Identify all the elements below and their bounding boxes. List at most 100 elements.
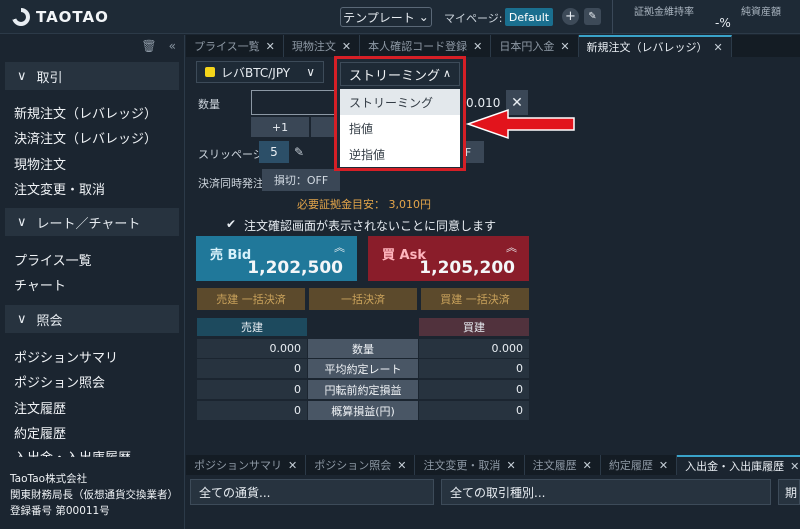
tab-label: 入出金・入出庫履歴 (685, 460, 785, 473)
close-icon[interactable]: ✕ (790, 460, 799, 473)
tab-identity-code[interactable]: 本人確認コード登録 ✕ (360, 35, 492, 57)
option-stop[interactable]: 逆指値 (340, 141, 460, 167)
close-icon[interactable]: ✕ (560, 40, 569, 53)
row-label: 数量 (308, 339, 418, 358)
tab-label: 約定履歴 (608, 459, 653, 472)
order-type-select[interactable]: ストリーミング ∧ (340, 62, 460, 86)
stop-loss-toggle[interactable]: 損切：OFF (262, 169, 340, 191)
sell-value: 0 (197, 380, 307, 399)
sidebar-item-spot-order[interactable]: 現物注文 (14, 154, 66, 173)
sell-bulk-settle-button[interactable]: 売建 一括決済 (197, 288, 305, 310)
option-limit[interactable]: 指値 (340, 115, 460, 141)
sidebar-section-rate-chart[interactable]: ∨ レート／チャート (5, 208, 179, 236)
quantity-input[interactable] (251, 90, 339, 115)
mypage-label: マイページ: (444, 12, 503, 25)
confirm-agree-label[interactable]: 注文確認画面が表示されないことに同意します (244, 217, 496, 234)
close-icon[interactable]: ✕ (506, 459, 515, 472)
sidebar-item-deposit-history[interactable]: 入出金・入出庫履歴 (14, 447, 131, 457)
chevron-up-icon: ︽ (506, 241, 517, 254)
sell-position-header: 売建 (197, 318, 307, 336)
bulk-settle-button[interactable]: 一括決済 (309, 288, 417, 310)
buy-bulk-settle-button[interactable]: 買建 一括決済 (421, 288, 529, 310)
close-icon[interactable]: ✕ (266, 40, 275, 53)
sidebar-section-trade[interactable]: ∨ 取引 (5, 62, 179, 90)
close-icon[interactable]: ✕ (342, 40, 351, 53)
close-icon[interactable]: ✕ (714, 41, 723, 54)
sidebar-item-price-list[interactable]: プライス一覧 (14, 250, 92, 269)
tab-label: 注文履歴 (532, 459, 577, 472)
check-icon[interactable]: ✔ (226, 218, 238, 230)
margin-estimate: 必要証拠金目安： 3,010円 (297, 198, 431, 211)
slippage-value[interactable]: 5 (259, 141, 289, 163)
bid-button[interactable]: 売 Bid ︽ 1,202,500 (196, 236, 357, 281)
period-filter[interactable]: 期 (778, 479, 800, 505)
tab-price-list[interactable]: プライス一覧 ✕ (186, 35, 284, 57)
sidebar-item-new-order[interactable]: 新規注文（レバレッジ） (14, 103, 157, 122)
tab-label: 日本円入金 (499, 40, 555, 53)
transaction-type-filter[interactable]: 全ての取引種別... (441, 479, 771, 505)
sidebar-tools: 🗑 « (141, 39, 176, 53)
tab-order-change[interactable]: 注文変更・取消 ✕ (415, 455, 525, 475)
logo[interactable]: TAOTAO (12, 8, 109, 26)
sidebar-item-position-inquiry[interactable]: ポジション照会 (14, 372, 105, 391)
tab-position-inquiry[interactable]: ポジション照会 ✕ (306, 455, 416, 475)
sidebar-section-label: 取引 (36, 70, 63, 86)
tab-label: プライス一覧 (194, 40, 260, 53)
pair-color-icon (205, 67, 215, 77)
sidebar-item-order-history[interactable]: 注文履歴 (14, 398, 66, 417)
bid-label: 売 Bid (210, 248, 252, 263)
tab-label: ポジション照会 (314, 459, 392, 472)
close-icon[interactable]: ✕ (583, 459, 592, 472)
edit-icon[interactable]: ✎ (294, 145, 304, 159)
option-streaming[interactable]: ストリーミング (340, 89, 460, 115)
step-plus-1-button[interactable]: +1 (251, 117, 309, 137)
tab-order-history[interactable]: 注文履歴 ✕ (525, 455, 601, 475)
table-row: 0 概算損益(円) 0 (197, 401, 529, 420)
tab-label: ポジションサマリ (194, 459, 282, 472)
tab-execution-history[interactable]: 約定履歴 ✕ (601, 455, 678, 475)
tab-new-order-leverage[interactable]: 新規注文（レバレッジ） ✕ (578, 35, 732, 57)
sidebar-item-chart[interactable]: チャート (14, 275, 66, 294)
net-assets-label: 純資産額 (741, 7, 781, 18)
buy-value: 0 (419, 401, 529, 420)
sidebar-section-inquiry[interactable]: ∨ 照会 (5, 305, 179, 333)
buy-value: 0 (419, 359, 529, 378)
pair-label: レバBTC/JPY (221, 65, 291, 80)
pair-select[interactable]: レバBTC/JPY ∨ (196, 61, 324, 83)
template-button[interactable]: テンプレート ⌄ (340, 7, 432, 27)
close-icon[interactable]: ✕ (659, 459, 668, 472)
close-icon[interactable]: ✕ (473, 40, 482, 53)
sidebar-item-position-summary[interactable]: ポジションサマリ (14, 347, 118, 366)
order-type-current: ストリーミング (349, 68, 441, 84)
trash-icon[interactable]: 🗑 (141, 39, 156, 53)
sidebar-item-execution-history[interactable]: 約定履歴 (14, 423, 66, 442)
chevron-down-icon: ∨ (17, 68, 27, 84)
company-name: TaoTao株式会社 (10, 473, 88, 485)
tab-deposit-history[interactable]: 入出金・入出庫履歴 ✕ (677, 455, 800, 475)
margin-rate-label: 証拠金維持率 (634, 7, 694, 18)
tab-spot-order[interactable]: 現物注文 ✕ (284, 35, 361, 57)
quantity-label: 数量 (198, 98, 220, 111)
company-registration: 関東財務局長（仮想通貨交換業者） (10, 489, 178, 501)
ask-button[interactable]: 買 Ask ︽ 1,205,200 (368, 236, 529, 281)
close-icon[interactable]: ✕ (288, 459, 297, 472)
chevron-down-icon: ∨ (306, 65, 315, 79)
app-header: TAOTAO テンプレート ⌄ マイページ: Default + ✎ 証拠金維持… (0, 0, 800, 34)
header-divider (612, 0, 613, 34)
chevron-down-icon: ∨ (17, 311, 27, 327)
tab-position-summary[interactable]: ポジションサマリ ✕ (186, 455, 307, 475)
order-type-dropdown[interactable]: ストリーミング ∧ ストリーミング 指値 逆指値 (334, 56, 466, 171)
net-assets-value: -% (715, 16, 731, 30)
sidebar-item-settle-order[interactable]: 決済注文（レバレッジ） (14, 128, 157, 147)
plus-icon[interactable]: + (562, 8, 579, 25)
collapse-icon[interactable]: « (169, 39, 176, 53)
edit-icon[interactable]: ✎ (584, 8, 601, 25)
tab-yen-deposit[interactable]: 日本円入金 ✕ (491, 35, 579, 57)
registration-number: 登録番号 第00011号 (10, 505, 110, 517)
step-button[interactable] (311, 117, 335, 137)
close-icon[interactable]: ✕ (397, 459, 406, 472)
mypage-default-badge[interactable]: Default (505, 8, 553, 26)
currency-filter[interactable]: 全ての通貨... (190, 479, 434, 505)
table-row: 0.000 数量 0.000 (197, 339, 529, 358)
sidebar-item-order-change[interactable]: 注文変更・取消 (14, 179, 105, 198)
